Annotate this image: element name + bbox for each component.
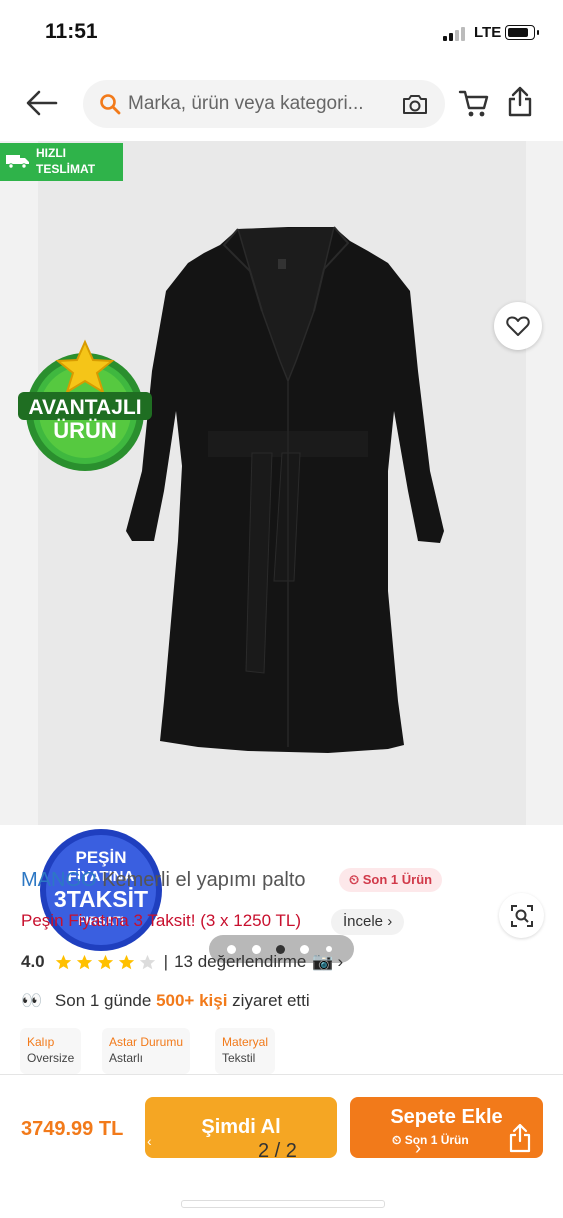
attribute-key: Kalıp [27,1035,55,1049]
rating-separator: | [163,952,169,971]
visit-prefix: Son 1 günde [54,991,152,1010]
clock-icon: ⏲ [392,1133,402,1147]
product-title: MANGO Kemerli el yapımı palto [21,869,306,892]
add-to-cart-button[interactable]: Sepete Ekle ⏲ Son 1 Ürün [350,1097,543,1158]
installment-badge-line1: PEŞİN [75,848,126,867]
cart-icon[interactable] [458,88,490,118]
heart-icon [506,316,530,336]
product-gallery[interactable]: HIZLI TESLİMAT AVANTAJLI ÜRÜN PEŞİN FİYA… [0,141,563,963]
search-bar[interactable]: Marka, ürün veya kategori... [83,80,445,128]
chevron-left-icon: ‹ [147,1133,152,1149]
rating-row[interactable]: 4.0 | 13 değerlendirme 📷 › [21,952,343,972]
coat-image [126,226,444,753]
eyes-icon: 👀 [21,991,43,1010]
price: 3749.99 TL [21,1118,124,1140]
attribute-value: Tekstil [222,1051,256,1065]
share-icon[interactable] [507,85,533,117]
stock-badge: ⏲ Son 1 Ürün [339,868,443,892]
advantage-badge-line1: AVANTAJLI [28,396,141,419]
star-filled-icon [97,954,113,969]
installment-offer: Peşin Fiyatına 3 Taksit! (3 x 1250 TL) [21,911,302,930]
page-indicator: 2 / 2 [258,1140,297,1162]
rating-score: 4.0 [21,952,45,971]
search-icon [100,94,121,115]
star-filled-icon [76,954,92,969]
review-count: 13 değerlendirme [174,952,307,971]
network-label: LTE [474,24,502,41]
home-indicator [181,1200,385,1208]
attribute-chip: Materyal Tekstil [215,1028,276,1074]
attribute-key: Astar Durumu [109,1035,184,1049]
truck-icon [6,155,29,169]
visit-suffix: ziyaret etti [232,991,310,1010]
buy-now-label: Şimdi Al [201,1116,281,1138]
clock-icon: ⏲ [349,872,360,887]
buy-now-button[interactable]: Şimdi Al ‹ [145,1097,337,1158]
top-bar: Marka, ürün veya kategori... [0,68,563,140]
visual-search-button[interactable] [499,893,544,938]
attribute-chip: Kalıp Oversize [20,1028,82,1074]
clock: 11:51 [45,20,98,43]
favorite-button[interactable] [494,302,542,350]
visit-info: 👀 Son 1 günde 500+ kişi ziyaret etti [21,991,310,1011]
installment-details-button[interactable]: İncele › [331,909,405,935]
product-name: Kemerli el yapımı palto [102,869,306,891]
advantage-badge-line2: ÜRÜN [53,418,117,443]
bottom-action-bar: 3749.99 TL Şimdi Al ‹ Sepete Ekle ⏲ Son … [0,1074,563,1185]
status-bar: 11:51 LTE [0,0,563,68]
star-filled-icon [55,954,71,969]
camera-search-icon[interactable] [401,92,429,116]
signal-icon [443,27,465,41]
visit-count: 500+ kişi [156,991,228,1010]
back-arrow-icon[interactable] [24,88,60,118]
visual-search-icon [511,905,533,927]
chevron-right-icon: › [337,952,344,971]
attribute-key: Materyal [222,1035,269,1049]
star-empty-icon [139,954,155,969]
search-placeholder: Marka, ürün veya kategori... [128,93,364,114]
fast-delivery-line2: TESLİMAT [36,162,96,176]
battery-icon [505,25,539,40]
chevron-right-icon: › [415,1138,421,1158]
brand-link[interactable]: MANGO [21,869,97,891]
add-to-cart-sub: ⏲ Son 1 Ürün [392,1133,469,1148]
share-icon [509,1123,531,1153]
installment-details-label: İncele [343,913,384,930]
product-photo[interactable] [38,141,526,825]
chevron-right-icon: › [387,913,393,930]
stock-badge-label: Son 1 Ürün [362,872,433,887]
star-filled-icon [118,954,134,969]
advantage-badge: AVANTAJLI ÜRÜN [18,339,152,471]
fast-delivery-line1: HIZLI [36,146,66,160]
fast-delivery-badge: HIZLI TESLİMAT [0,143,123,181]
attribute-value: Astarlı [109,1051,144,1065]
attribute-chip: Astar Durumu Astarlı [102,1028,191,1074]
camera-icon: 📷 [312,952,334,971]
attribute-value: Oversize [27,1051,75,1065]
